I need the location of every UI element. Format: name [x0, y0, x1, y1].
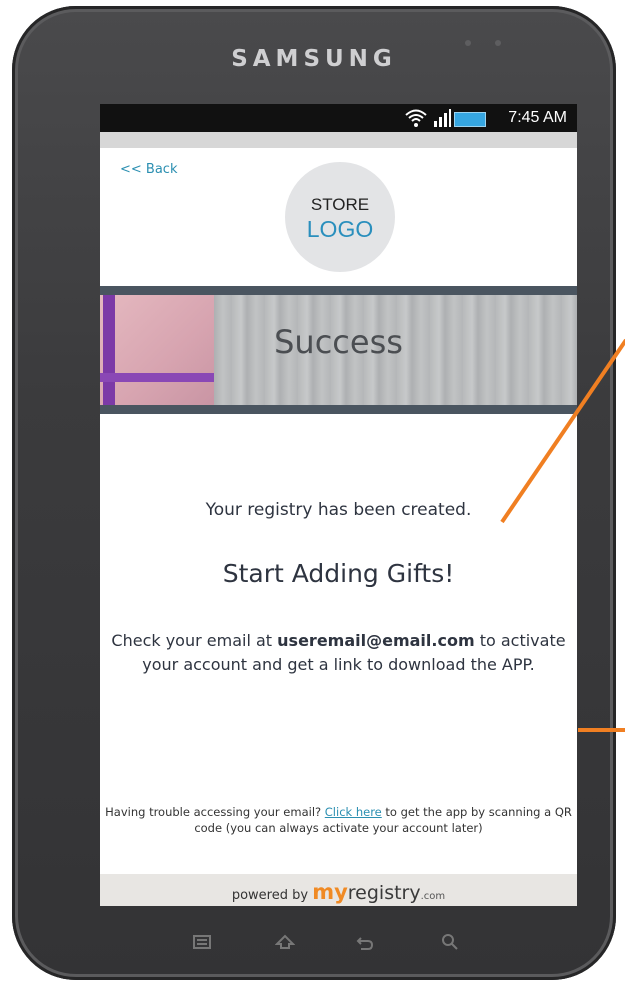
header-bar — [100, 132, 577, 148]
help-pre-text: Having trouble accessing your email? — [105, 805, 325, 819]
camera-dot — [495, 40, 501, 46]
wifi-icon — [405, 109, 427, 127]
ribbon — [100, 373, 214, 382]
status-bar: 7:45 AM — [100, 104, 577, 132]
myregistry-logo-com: .com — [420, 891, 446, 902]
store-logo-bottom: LOGO — [306, 216, 374, 242]
signal-icon — [434, 109, 451, 127]
sensor-dot — [465, 40, 471, 46]
click-here-link[interactable]: Click here — [325, 805, 382, 819]
powered-by-footer: powered by myregistry.com — [100, 874, 577, 906]
annotation-arrow — [500, 338, 625, 524]
annotation-line — [578, 728, 625, 732]
powered-by-text: powered by — [231, 888, 313, 903]
start-adding-gifts-heading: Start Adding Gifts! — [222, 559, 455, 588]
store-logo-top: STORE — [310, 195, 370, 214]
search-icon[interactable] — [440, 932, 460, 952]
battery-icon — [454, 112, 486, 127]
email-instructions: Check your email at useremail@email.com … — [100, 629, 577, 677]
status-time: 7:45 AM — [508, 109, 567, 126]
myregistry-logo-registry: registry — [347, 882, 421, 904]
store-logo: STORE LOGO — [285, 162, 395, 272]
back-nav-icon[interactable] — [355, 932, 375, 952]
back-link[interactable]: << Back — [120, 162, 177, 177]
user-email: useremail@email.com — [277, 631, 475, 650]
myregistry-logo-my: my — [312, 880, 348, 904]
menu-icon[interactable] — [192, 932, 212, 952]
home-icon[interactable] — [275, 932, 295, 952]
email-pre-text: Check your email at — [111, 631, 278, 650]
device-brand: SAMSUNG — [231, 46, 397, 72]
help-text: Having trouble accessing your email? Cli… — [100, 804, 577, 836]
